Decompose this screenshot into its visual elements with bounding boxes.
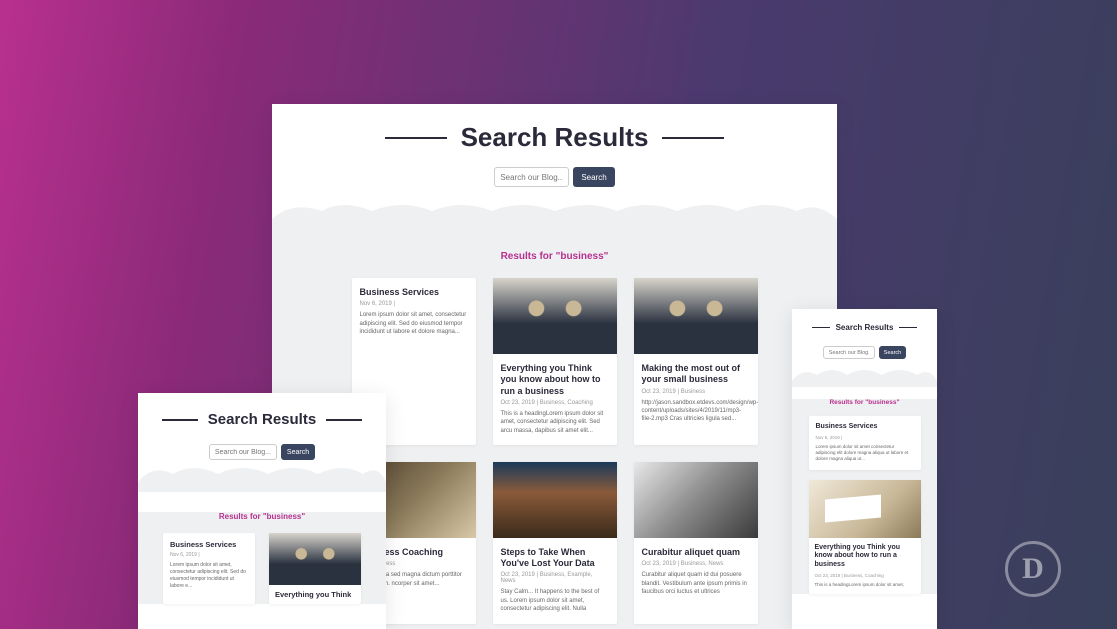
card-title: Business Services xyxy=(360,287,468,298)
card-meta: Nov 6, 2019 | xyxy=(816,435,914,440)
card-meta: Oct 23, 2019 | Business, Coaching xyxy=(501,400,609,406)
title-row: Search Results xyxy=(272,122,837,153)
card-excerpt: Stay Calm... It happens to the best of u… xyxy=(501,588,609,613)
card-title: Steps to Take When You've Lost Your Data xyxy=(501,547,609,570)
cloud-divider xyxy=(792,367,937,387)
card-title: Business Services xyxy=(816,423,914,432)
title-line-left xyxy=(812,327,830,329)
result-card[interactable]: Business Services Nov 6, 2019 | Lorem ip… xyxy=(163,533,255,604)
results-grid: Business Services Nov 6, 2019 | Lorem ip… xyxy=(138,533,386,604)
search-button[interactable]: Search xyxy=(879,346,906,359)
desktop-header: Search Results Search xyxy=(272,104,837,227)
search-input[interactable] xyxy=(494,167,569,187)
card-image xyxy=(809,480,921,538)
card-excerpt: This is a headingLorem ipsum dolor sit a… xyxy=(501,410,609,435)
search-input[interactable] xyxy=(209,444,277,460)
card-title: Curabitur aliquet quam xyxy=(642,547,750,558)
card-excerpt: Lorem ipsum dolor sit amet, consectetur … xyxy=(170,562,248,590)
card-meta: Nov 6, 2019 | xyxy=(360,301,468,307)
card-title: Making the most out of your small busine… xyxy=(642,363,750,386)
card-excerpt: Lorem ipsum dolor sit amet, consectetur … xyxy=(360,311,468,336)
card-excerpt: Curabitur aliquet quam id dui posuere bl… xyxy=(642,571,750,596)
result-card[interactable]: Everything you Think you know about how … xyxy=(809,480,921,595)
card-meta: Oct 23, 2019 | Business, Coaching xyxy=(815,573,915,578)
title-line-right xyxy=(899,327,917,329)
title-row: Search Results xyxy=(138,411,386,428)
cloud-divider xyxy=(272,201,837,229)
search-input[interactable] xyxy=(823,346,875,359)
result-card[interactable]: Steps to Take When You've Lost Your Data… xyxy=(493,462,617,624)
mobile-mockup: Search Results Search Results for "busin… xyxy=(792,309,937,629)
search-button[interactable]: Search xyxy=(281,444,315,460)
tablet-header: Search Results Search xyxy=(138,411,386,490)
result-card[interactable]: Everything you Think xyxy=(269,533,361,604)
title-line-right xyxy=(326,419,362,421)
result-card[interactable]: Making the most out of your small busine… xyxy=(634,278,758,445)
divi-logo-icon: D xyxy=(1005,541,1061,597)
card-meta: Oct 23, 2019 | Business, Example, News xyxy=(501,572,609,584)
title-line-left xyxy=(162,419,198,421)
card-title: Business Services xyxy=(170,540,248,549)
title-row: Search Results xyxy=(792,323,937,332)
cloud-divider xyxy=(138,464,386,492)
card-excerpt: http://jason.sandbox.etdevs.com/design/w… xyxy=(642,399,750,424)
result-card[interactable]: Everything you Think you know about how … xyxy=(493,278,617,445)
title-line-left xyxy=(385,137,447,139)
results-label: Results for "business" xyxy=(272,251,837,262)
card-image xyxy=(493,462,617,538)
result-card[interactable]: Curabitur aliquet quam Oct 23, 2019 | Bu… xyxy=(634,462,758,624)
card-excerpt: Lorem ipsum dolor sit amet consectetur a… xyxy=(816,444,914,463)
results-label: Results for "business" xyxy=(138,512,386,521)
card-meta: Oct 23, 2019 | Business, News xyxy=(642,561,750,567)
card-title: Everything you Think xyxy=(275,590,355,599)
card-image xyxy=(634,278,758,354)
mobile-header: Search Results Search xyxy=(792,323,937,385)
card-title: Everything you Think you know about how … xyxy=(815,544,915,570)
card-meta: Oct 23, 2019 | Business xyxy=(642,389,750,395)
title-line-right xyxy=(662,137,724,139)
page-title: Search Results xyxy=(461,122,649,153)
search-button[interactable]: Search xyxy=(573,167,614,187)
card-excerpt: This is a headingLorem ipsum dolor sit a… xyxy=(815,582,915,588)
card-image xyxy=(269,533,361,585)
tablet-mockup: Search Results Search Results for "busin… xyxy=(138,393,386,629)
page-title: Search Results xyxy=(836,323,894,332)
card-image xyxy=(493,278,617,354)
card-image xyxy=(634,462,758,538)
card-meta: Nov 6, 2019 | xyxy=(170,552,248,558)
results-label: Results for "business" xyxy=(792,399,937,406)
page-title: Search Results xyxy=(208,411,316,428)
card-title: Everything you Think you know about how … xyxy=(501,363,609,397)
results-grid: Business Services Nov 6, 2019 | Lorem ip… xyxy=(792,416,937,594)
result-card[interactable]: Business Services Nov 6, 2019 | Lorem ip… xyxy=(809,416,921,470)
